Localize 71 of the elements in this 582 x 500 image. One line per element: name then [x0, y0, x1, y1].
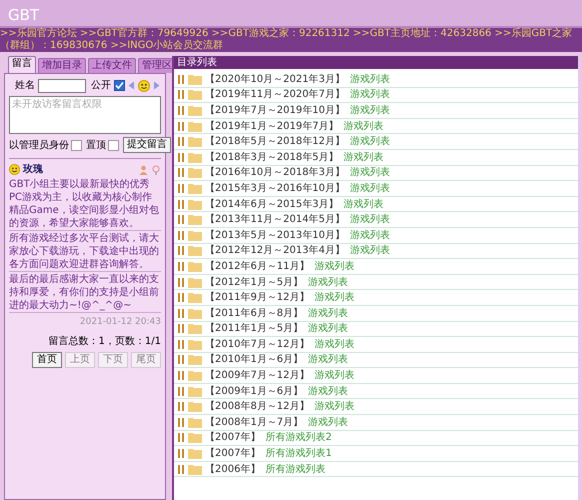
directory-name: 【2011年9月～12月】 [205, 290, 310, 306]
directory-name: 【2014年6月～2015年3月】 [205, 198, 339, 212]
tab[interactable]: 增加目录 [38, 58, 86, 73]
directory-name: 【2010年7月～12月】 [205, 338, 310, 352]
message-field[interactable]: 未开放访客留言权限 [9, 96, 161, 134]
directory-name: 【2010年1月～6月】 [205, 352, 304, 368]
game-list-link[interactable]: 游戏列表 [314, 399, 355, 414]
game-list-link[interactable]: 游戏列表 [350, 102, 390, 118]
game-list-link[interactable]: 游戏列表 [308, 384, 348, 399]
game-list-link[interactable]: 游戏列表 [350, 228, 390, 243]
tab[interactable]: 上传文件 [88, 58, 136, 73]
game-list-link[interactable]: 游戏列表 [308, 321, 348, 336]
directory-name: 【2020年10月～2021年3月】 [205, 72, 345, 87]
game-list-link[interactable]: 游戏列表 [344, 150, 384, 165]
game-list-link[interactable]: 游戏列表 [308, 414, 348, 430]
message-time: 2021-01-12 20:43 [80, 316, 161, 329]
game-list-link[interactable]: 所有游戏列表2 [265, 430, 332, 446]
directory-name: 【2009年7月～12月】 [205, 368, 310, 384]
game-list-link[interactable]: 游戏列表 [350, 72, 390, 87]
directory-name: 【2016年10月～2018年3月】 [205, 166, 345, 180]
directory-name: 【2013年11月～2014年5月】 [205, 212, 345, 228]
game-list-link[interactable]: 游戏列表 [308, 352, 348, 368]
directory-name: 【2019年1月～2019年7月】 [205, 120, 339, 134]
tab[interactable]: 留言 [8, 56, 36, 73]
game-list-link[interactable]: 游戏列表 [350, 180, 390, 196]
directory-name: 【2019年11月～2020年7月】 [205, 88, 345, 102]
directory-name: 【2011年1月～5月】 [205, 322, 304, 336]
game-list-link[interactable]: 所有游戏列表 [265, 462, 326, 477]
game-list-link[interactable]: 游戏列表 [344, 118, 384, 134]
directory-name: 【2013年5月～2013年10月】 [205, 228, 345, 243]
directory-header: 目录列表 [174, 56, 578, 69]
public-label: 公开 [91, 79, 111, 93]
message-text: 所有游戏经过多次平台测试，请大家放心下载游玩，下载途中出现的各方面问题欢迎进群咨询解答。 [9, 232, 161, 272]
directory-name: 【2019年7月～2019年10月】 [205, 104, 345, 118]
game-list-link[interactable]: 游戏列表 [314, 336, 355, 352]
submit-button[interactable]: 提交留言 [123, 137, 171, 153]
game-list-link[interactable]: 游戏列表 [350, 134, 390, 150]
directory-name: 【2008年1月～7月】 [205, 416, 304, 430]
directory-name: 【2006年】 [205, 462, 260, 477]
game-list-link[interactable]: 游戏列表 [308, 306, 348, 321]
directory-name: 【2011年6月～8月】 [205, 306, 304, 321]
game-list-link[interactable]: 所有游戏列表1 [265, 446, 332, 462]
game-list-link[interactable]: 游戏列表 [350, 165, 390, 180]
message-text: GBT小组主要以最新最快的优秀PC游戏为主，以收藏为核心制作精品Game，读空间影显小组对包的资源，希望大家能够喜欢。 [9, 178, 161, 231]
game-list-link[interactable]: 游戏列表 [350, 243, 390, 258]
pin-label: 置顶 [86, 138, 106, 152]
game-list-link[interactable]: 游戏列表 [344, 196, 384, 212]
directory-name: 【2007年】 [205, 446, 260, 462]
directory-name: 【2009年1月～6月】 [205, 384, 304, 399]
directory-name: 【2007年】 [205, 430, 260, 446]
game-list-link[interactable]: 游戏列表 [308, 274, 348, 290]
directory-name: 【2012年1月～5月】 [205, 276, 304, 290]
directory-name: 【2015年3月～2016年10月】 [205, 182, 345, 196]
game-list-link[interactable]: 游戏列表 [314, 258, 355, 274]
directory-name: 【2008年8月～12月】 [205, 400, 310, 414]
game-list-link[interactable]: 游戏列表 [350, 87, 390, 102]
notice-bar: >>乐园官方论坛 >>GBT官方群：79649926 >>GBT游戏之家：92261312 >>GBT主页地址：42632866 >>乐园GBT之家（群组）：169830676 >>INGO小站会员交流群 [0, 26, 582, 52]
directory-name: 【2012年6月～11月】 [205, 260, 310, 274]
author-name: 玫瑰 [23, 162, 43, 177]
pager-button[interactable]: 首页 [32, 352, 62, 368]
game-list-link[interactable]: 游戏列表 [350, 212, 390, 228]
pager-summary: 留言总数：1，页数：1/1 [48, 334, 161, 348]
directory-name: 【2018年3月～2018年5月】 [205, 150, 339, 165]
name-label: 姓名 [15, 79, 35, 93]
message-text: 最后的最后感谢大家一直以来的支持和厚爱，有你们的支持是小组前进的最大动力~!@^_^@~ [9, 273, 161, 313]
site-title: GBT [8, 5, 40, 26]
directory-name: 【2018年5月～2018年12月】 [205, 134, 345, 150]
game-list-link[interactable]: 游戏列表 [314, 290, 355, 306]
directory-name: 【2012年12月～2013年4月】 [205, 244, 345, 258]
admin-label: 以管理员身份 [9, 138, 69, 152]
game-list-link[interactable]: 游戏列表 [314, 368, 355, 384]
